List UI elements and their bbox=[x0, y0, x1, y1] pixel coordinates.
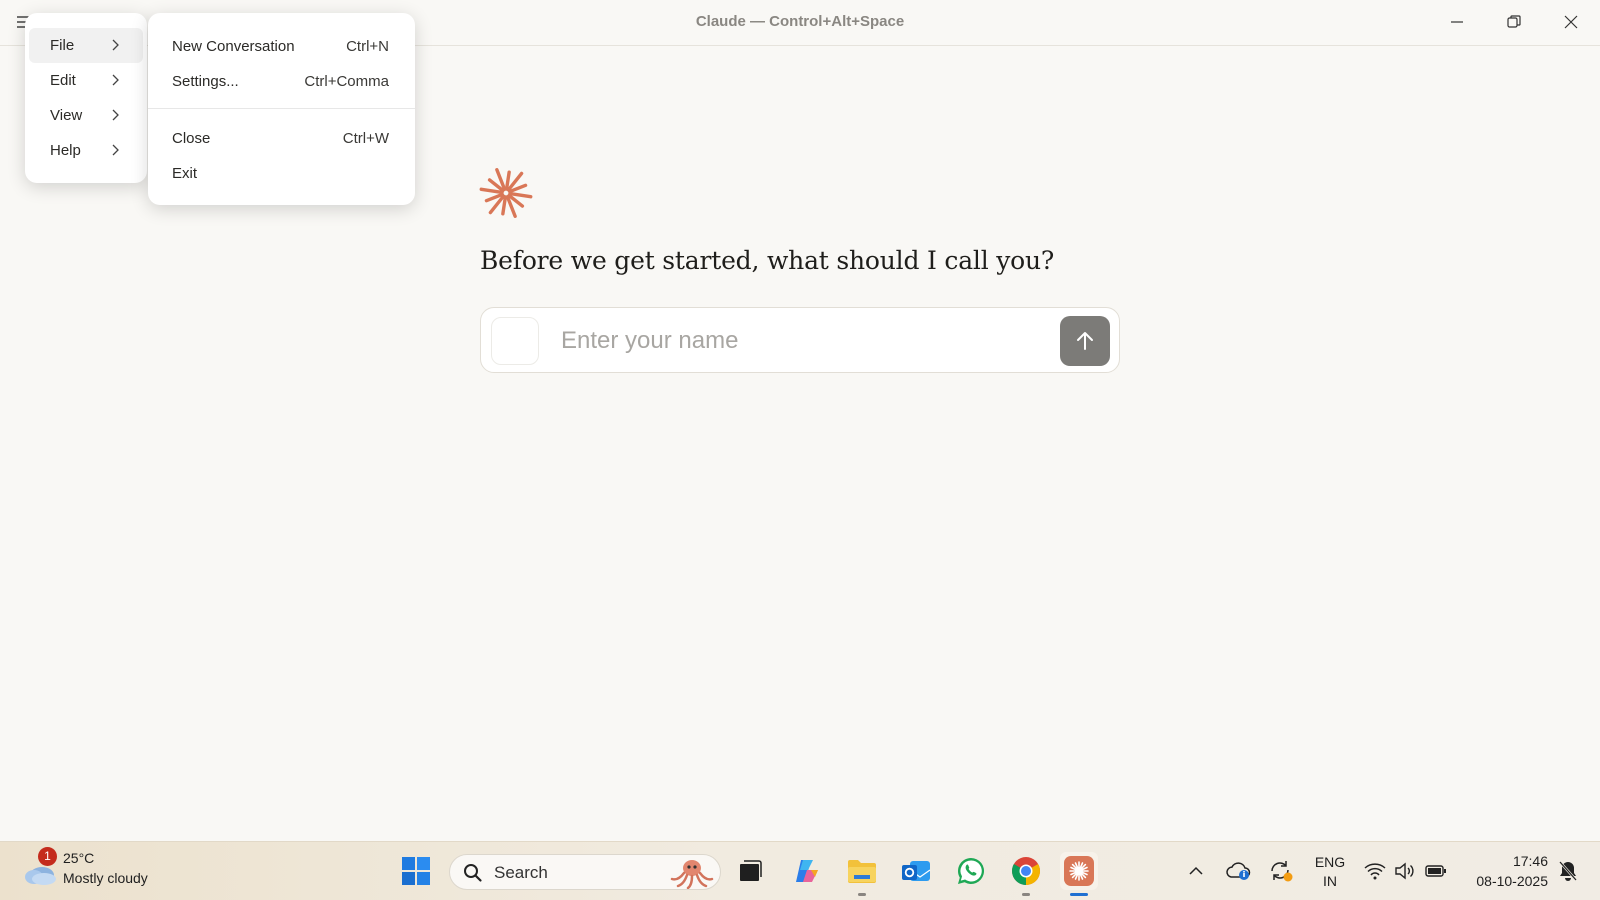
search-icon bbox=[464, 864, 482, 882]
copilot-icon bbox=[796, 860, 818, 882]
notification-badge: 1 bbox=[38, 847, 57, 866]
task-view-icon bbox=[740, 860, 762, 881]
onedrive-button[interactable] bbox=[1223, 852, 1253, 890]
task-view-button[interactable] bbox=[731, 852, 769, 890]
menu-item-label: New Conversation bbox=[172, 38, 295, 55]
chevron-right-icon bbox=[112, 109, 119, 121]
menu-item-settings[interactable]: Settings... Ctrl+Comma bbox=[148, 68, 415, 103]
onedrive-info-icon bbox=[1226, 862, 1251, 880]
name-input-box bbox=[480, 307, 1120, 373]
speaker-icon bbox=[1395, 862, 1414, 880]
shortcut-label: Ctrl+N bbox=[346, 38, 389, 55]
octopus-search-highlight-icon bbox=[670, 860, 714, 889]
greeting-heading: Before we get started, what should I cal… bbox=[480, 246, 1055, 275]
chevron-right-icon bbox=[112, 144, 119, 156]
outlook-icon bbox=[902, 861, 931, 881]
menu-item-label: File bbox=[50, 37, 75, 54]
wifi-button[interactable] bbox=[1361, 852, 1389, 890]
active-indicator bbox=[1070, 893, 1088, 896]
minimize-button[interactable] bbox=[1443, 9, 1471, 35]
battery-icon bbox=[1425, 865, 1446, 877]
chevron-up-icon bbox=[1189, 866, 1203, 875]
app-menu: File Edit View Help bbox=[25, 13, 147, 183]
menu-item-exit[interactable]: Exit bbox=[148, 160, 415, 195]
battery-button[interactable] bbox=[1422, 852, 1450, 890]
language-code[interactable]: ENG bbox=[1312, 854, 1348, 870]
clock-time[interactable]: 17:46 bbox=[1468, 853, 1548, 869]
running-indicator bbox=[858, 893, 866, 896]
wifi-icon bbox=[1364, 863, 1386, 880]
menu-item-edit[interactable]: Edit bbox=[29, 63, 143, 98]
language-region[interactable]: IN bbox=[1312, 873, 1348, 889]
clock-date[interactable]: 08-10-2025 bbox=[1460, 873, 1548, 889]
menu-item-label: Edit bbox=[50, 72, 76, 89]
windows-logo-icon bbox=[402, 857, 430, 885]
menu-item-new-conversation[interactable]: New Conversation Ctrl+N bbox=[148, 33, 415, 68]
menu-item-label: View bbox=[50, 107, 83, 124]
claude-taskbar-button[interactable] bbox=[1060, 852, 1098, 896]
submit-button[interactable] bbox=[1060, 316, 1110, 366]
menu-item-close[interactable]: Close Ctrl+W bbox=[148, 125, 415, 160]
arrow-up-icon bbox=[1077, 332, 1093, 350]
claude-logo-icon bbox=[478, 165, 534, 221]
file-submenu: New Conversation Ctrl+N Settings... Ctrl… bbox=[148, 13, 415, 205]
weather-widget[interactable]: 1 25°C Mostly cloudy bbox=[22, 847, 182, 894]
close-window-button[interactable] bbox=[1557, 9, 1585, 35]
whatsapp-icon bbox=[958, 858, 985, 884]
chevron-right-icon bbox=[112, 39, 119, 51]
outlook-button[interactable] bbox=[897, 852, 935, 890]
menu-item-label: Exit bbox=[172, 165, 198, 182]
search-label: Search bbox=[494, 863, 548, 882]
taskbar-search[interactable]: Search bbox=[449, 854, 721, 890]
name-input[interactable] bbox=[561, 320, 1031, 362]
file-explorer-button[interactable] bbox=[843, 852, 881, 896]
running-indicator bbox=[1022, 893, 1030, 896]
menu-item-file[interactable]: File bbox=[29, 28, 143, 63]
sync-status-button[interactable] bbox=[1266, 852, 1296, 890]
weather-temp: 25°C bbox=[63, 850, 95, 866]
whatsapp-button[interactable] bbox=[952, 852, 990, 890]
menu-item-label: Settings... bbox=[172, 73, 239, 90]
chrome-button[interactable] bbox=[1007, 852, 1045, 896]
menu-item-label: Close bbox=[172, 130, 211, 147]
volume-button[interactable] bbox=[1391, 852, 1419, 890]
bell-icon bbox=[1559, 861, 1577, 881]
notifications-button[interactable] bbox=[1554, 852, 1582, 890]
menu-item-help[interactable]: Help bbox=[29, 133, 143, 168]
chevron-right-icon bbox=[112, 74, 119, 86]
copilot-button[interactable] bbox=[788, 852, 826, 890]
menu-divider bbox=[148, 108, 415, 109]
taskbar: 1 25°C Mostly cloudy Search ENG IN 17:46… bbox=[0, 841, 1600, 900]
chrome-icon bbox=[1012, 857, 1040, 885]
claude-app-icon bbox=[1064, 856, 1094, 886]
folder-icon bbox=[848, 860, 876, 883]
avatar bbox=[491, 317, 539, 365]
shortcut-label: Ctrl+W bbox=[342, 130, 389, 147]
start-button[interactable] bbox=[397, 852, 435, 890]
weather-description: Mostly cloudy bbox=[63, 870, 148, 886]
restore-button[interactable] bbox=[1500, 9, 1528, 35]
show-hidden-icons-button[interactable] bbox=[1183, 852, 1209, 890]
menu-item-view[interactable]: View bbox=[29, 98, 143, 133]
shortcut-label: Ctrl+Comma bbox=[304, 73, 389, 90]
menu-item-label: Help bbox=[50, 142, 81, 159]
sync-icon bbox=[1271, 861, 1293, 882]
